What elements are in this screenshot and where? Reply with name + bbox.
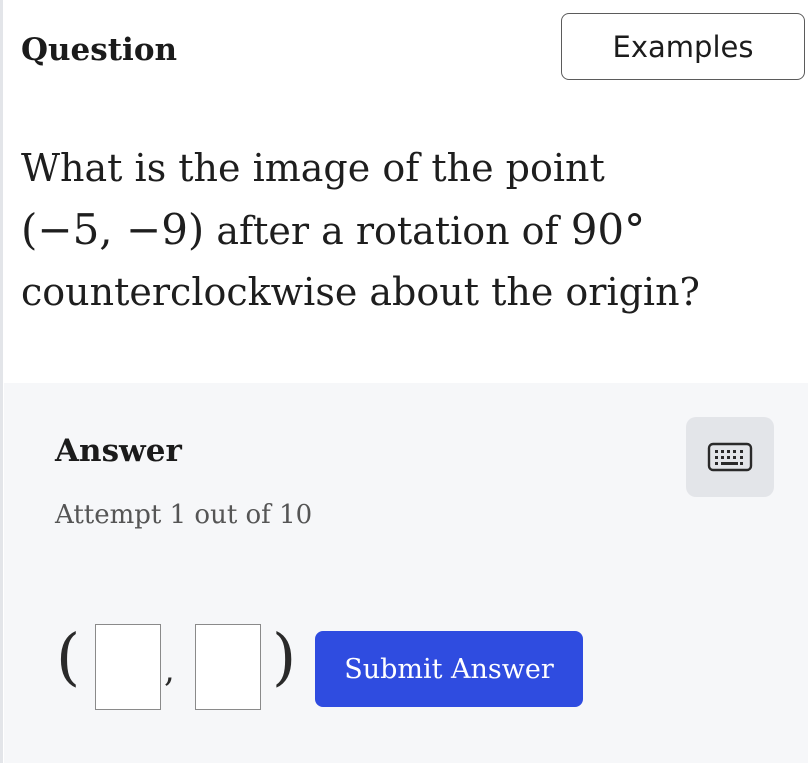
point-coordinates: (−5, −9) <box>21 205 205 254</box>
question-text: What is the image of the point (−5, −9) … <box>21 138 791 323</box>
left-border <box>0 0 3 763</box>
keyboard-icon <box>707 442 753 472</box>
y-coordinate-input[interactable] <box>195 624 261 710</box>
submit-answer-button[interactable]: Submit Answer <box>315 631 583 707</box>
close-paren: ) <box>272 620 297 693</box>
answer-title: Answer <box>55 433 182 469</box>
question-line-1: What is the image of the point <box>21 146 605 190</box>
rotation-angle: 90° <box>570 205 646 254</box>
question-line-2: (−5, −9) after a rotation of 90° <box>21 199 791 262</box>
examples-button[interactable]: Examples <box>561 13 805 80</box>
question-line-2-text: after a rotation of <box>204 209 571 253</box>
coordinate-comma: , <box>164 650 175 690</box>
keyboard-toggle-button[interactable] <box>686 417 774 497</box>
question-line-3: counterclockwise about the origin? <box>21 270 700 314</box>
x-coordinate-input[interactable] <box>95 624 161 710</box>
question-title: Question <box>21 32 178 68</box>
attempt-counter: Attempt 1 out of 10 <box>55 500 313 530</box>
open-paren: ( <box>56 620 81 693</box>
